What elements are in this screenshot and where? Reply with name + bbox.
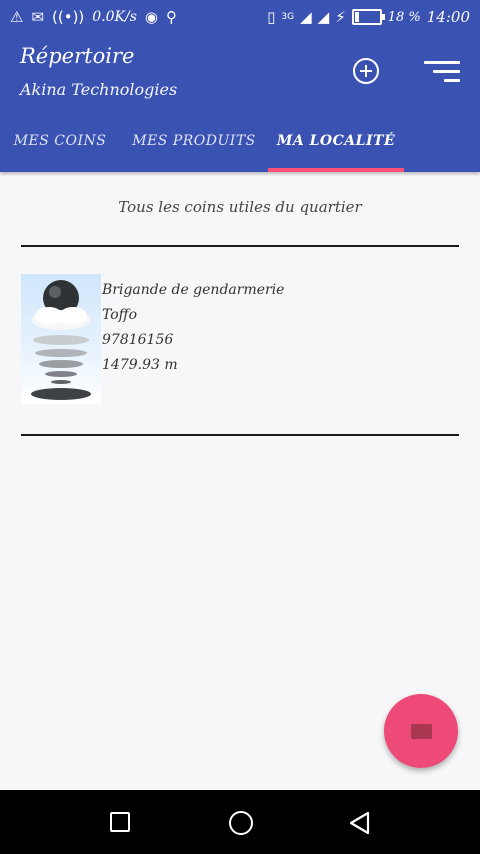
back-icon[interactable]	[348, 811, 372, 835]
battery-icon	[351, 9, 385, 25]
location-icon: ⚲	[166, 8, 178, 26]
sort-icon[interactable]	[424, 59, 460, 83]
mail-icon	[411, 724, 432, 739]
recents-icon[interactable]	[110, 812, 130, 832]
add-circle-icon[interactable]	[353, 58, 379, 84]
network-type: 3G	[281, 12, 295, 22]
tab-mes-produits[interactable]: MES PRODUITS	[126, 110, 262, 172]
item-distance: 1479.93 m	[102, 357, 178, 373]
item-phone: 97816156	[102, 332, 174, 348]
item-details: Brigande de gendarmerie Toffo 97816156 1…	[102, 278, 284, 378]
divider-bottom	[21, 434, 459, 436]
item-location: Toffo	[102, 307, 138, 323]
charging-icon: ⚡	[335, 8, 346, 26]
tab-bar: MES COINS MES PRODUITS MA LOCALITÉ	[0, 110, 480, 172]
divider-top	[21, 245, 459, 247]
net-speed: 0.0K/s	[92, 9, 137, 25]
wifi-icon: ◉	[144, 8, 159, 26]
list-item[interactable]: Brigande de gendarmerie Toffo 97816156 1…	[21, 274, 459, 404]
app-subtitle: Akina Technologies	[20, 80, 178, 99]
vibrate-icon: ▯	[267, 8, 276, 26]
tab-indicator	[268, 168, 404, 172]
signal-icon-2: ◢	[317, 8, 330, 26]
home-icon[interactable]	[229, 811, 253, 835]
status-bar: ⚠ ✉ ((•)) 0.0K/s ◉ ⚲ ▯ 3G ◢ ◢ ⚡ 18 % 14:…	[0, 0, 480, 34]
warning-icon: ⚠	[10, 8, 24, 26]
item-thumbnail	[21, 274, 101, 404]
hotspot-icon: ((•))	[52, 8, 85, 26]
battery-percent: 18 %	[387, 9, 421, 25]
item-name: Brigande de gendarmerie	[102, 282, 285, 298]
signal-icon: ◢	[300, 8, 312, 26]
status-left: ⚠ ✉ ((•)) 0.0K/s ◉ ⚲	[10, 8, 177, 26]
message-icon: ✉	[31, 8, 45, 26]
status-right: ▯ 3G ◢ ◢ ⚡ 18 % 14:00	[267, 8, 470, 26]
fab-mail-button[interactable]	[384, 694, 458, 768]
app-title: Répertoire	[20, 44, 135, 68]
content-header: Tous les coins utiles du quartier	[118, 198, 362, 216]
app-bar: Répertoire Akina Technologies	[0, 34, 480, 110]
weather-image	[31, 280, 91, 400]
tab-mes-coins[interactable]: MES COINS	[0, 110, 120, 172]
clock: 14:00	[426, 8, 470, 26]
tab-ma-localite[interactable]: MA LOCALITÉ	[268, 110, 404, 172]
